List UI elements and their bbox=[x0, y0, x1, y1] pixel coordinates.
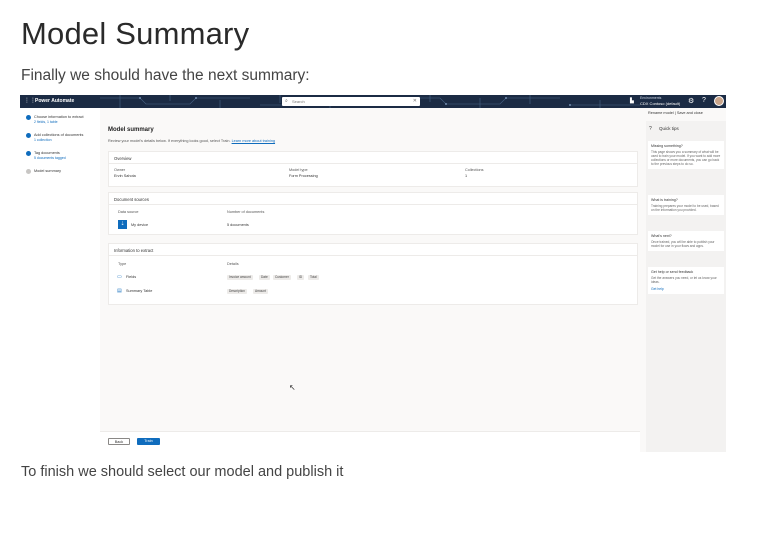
divider bbox=[109, 255, 637, 256]
field-chip: ID bbox=[297, 275, 305, 280]
mouse-cursor-icon: ↖ bbox=[289, 383, 296, 392]
field-chip: Total bbox=[308, 275, 319, 280]
embedded-screenshot: ⋮⋮ Power Automate ⌕ Search ✕ ▙ Environme… bbox=[20, 95, 726, 452]
train-button[interactable]: Train bbox=[137, 438, 160, 445]
model-type-label: Model type bbox=[289, 168, 308, 172]
search-input[interactable]: ⌕ Search ✕ bbox=[282, 97, 420, 106]
tip-title: Missing something? bbox=[651, 144, 683, 148]
tip-body: Once trained, you will be able to publis… bbox=[651, 240, 715, 248]
summary-description: Review your model's details below. If ev… bbox=[108, 139, 275, 143]
extract-type: Summary Table bbox=[126, 289, 153, 293]
card-title: Overview bbox=[114, 156, 132, 161]
environment-label: Environments bbox=[640, 96, 662, 100]
step-subtitle: 5 documents tagged bbox=[34, 156, 66, 160]
avatar[interactable] bbox=[714, 96, 724, 106]
step-pending-icon bbox=[26, 169, 31, 174]
tip-title: What's next? bbox=[651, 234, 672, 238]
command-bar[interactable]: Rename model | Save and close bbox=[648, 111, 703, 115]
intro-text: Finally we should have the next summary: bbox=[21, 67, 310, 84]
card-title: Document sources bbox=[114, 197, 149, 202]
source-count: 5 documents bbox=[227, 223, 249, 227]
summary-title: Model summary bbox=[108, 127, 154, 133]
overview-card: Overview Owner Ervin Sahota Model type F… bbox=[108, 151, 638, 187]
field-chip: Customer bbox=[273, 275, 291, 280]
field-chip: Invoice amount bbox=[227, 275, 253, 280]
model-type-value: Form Processing bbox=[289, 174, 318, 178]
environment-icon: ▙ bbox=[630, 98, 634, 104]
divider bbox=[109, 204, 637, 205]
information-to-extract-card: Information to extract Type Details ▭ Fi… bbox=[108, 243, 638, 305]
step-title: Model summary bbox=[34, 169, 62, 173]
field-chip: Description bbox=[227, 289, 247, 294]
search-icon: ⌕ bbox=[285, 98, 288, 104]
tip-card: Get help or send feedback Get the answer… bbox=[648, 267, 724, 294]
app-launcher-icon[interactable]: ⋮⋮ bbox=[24, 98, 36, 105]
column-header-type: Type bbox=[118, 262, 127, 266]
app-name[interactable]: Power Automate bbox=[35, 98, 74, 104]
lightbulb-icon: ? bbox=[649, 126, 652, 132]
card-title: Information to extract bbox=[114, 248, 154, 253]
column-header-source: Data source bbox=[118, 210, 139, 214]
step-complete-icon bbox=[26, 151, 31, 156]
collections-value: 1 bbox=[465, 174, 468, 178]
step-title: Add collections of documents bbox=[34, 133, 84, 137]
wizard-steps: Choose information to extract 2 fields, … bbox=[20, 108, 100, 452]
page-title: Model Summary bbox=[21, 16, 250, 51]
close-icon[interactable]: ✕ bbox=[413, 98, 417, 104]
environment-picker[interactable]: CDX Contoso (default) bbox=[640, 101, 680, 106]
fields-icon: ▭ bbox=[117, 274, 122, 280]
document-sources-card: Document sources Data source Number of d… bbox=[108, 192, 638, 235]
tip-title: What is training? bbox=[651, 198, 678, 202]
step-subtitle: 2 fields, 1 table bbox=[34, 120, 58, 124]
tip-body: This page shows you a summary of what wi… bbox=[651, 150, 721, 166]
gear-icon[interactable]: ⚙ bbox=[688, 97, 694, 105]
divider bbox=[109, 163, 637, 164]
outro-text: To finish we should select our model and… bbox=[21, 464, 344, 480]
get-help-link[interactable]: Get help bbox=[651, 287, 721, 291]
tip-card: What is training? Training prepares your… bbox=[648, 195, 724, 215]
source-name: My device bbox=[131, 223, 149, 227]
tip-card: Missing something? This page shows you a… bbox=[648, 141, 724, 169]
step-complete-icon bbox=[26, 115, 31, 120]
table-icon: ▤ bbox=[117, 288, 122, 294]
owner-value: Ervin Sahota bbox=[114, 174, 136, 178]
step-title: Choose information to extract bbox=[34, 115, 84, 119]
quick-tips-title: Quick tips bbox=[659, 126, 679, 131]
tip-title: Get help or send feedback bbox=[651, 270, 694, 274]
search-placeholder: Search bbox=[292, 99, 305, 104]
field-chip: Amount bbox=[253, 289, 268, 294]
help-icon[interactable]: ? bbox=[702, 97, 706, 104]
device-icon: ⇣ bbox=[118, 220, 127, 229]
column-header-count: Number of documents bbox=[227, 210, 265, 214]
step-title: Tag documents bbox=[34, 151, 60, 155]
summary-description-text: Review your model's details below. If ev… bbox=[108, 139, 231, 143]
tip-body: Get the answers you need, or let us know… bbox=[651, 276, 717, 284]
field-chip: Date bbox=[259, 275, 270, 280]
app-header: ⋮⋮ Power Automate ⌕ Search ✕ ▙ Environme… bbox=[20, 95, 726, 108]
learn-more-link[interactable]: Learn more about training bbox=[232, 139, 275, 143]
step-complete-icon bbox=[26, 133, 31, 138]
back-button[interactable]: Back bbox=[108, 438, 130, 445]
step-subtitle: 1 collection bbox=[34, 138, 52, 142]
wizard-footer: Back Train bbox=[100, 431, 640, 452]
tip-card: What's next? Once trained, you will be a… bbox=[648, 231, 724, 251]
tip-body: Training prepares your model to be used,… bbox=[651, 204, 719, 212]
column-header-details: Details bbox=[227, 262, 239, 266]
quick-tips-panel: ? Quick tips Missing something? This pag… bbox=[646, 121, 726, 452]
collections-label: Collections bbox=[465, 168, 484, 172]
owner-label: Owner bbox=[114, 168, 126, 172]
extract-type: Fields bbox=[126, 275, 137, 279]
